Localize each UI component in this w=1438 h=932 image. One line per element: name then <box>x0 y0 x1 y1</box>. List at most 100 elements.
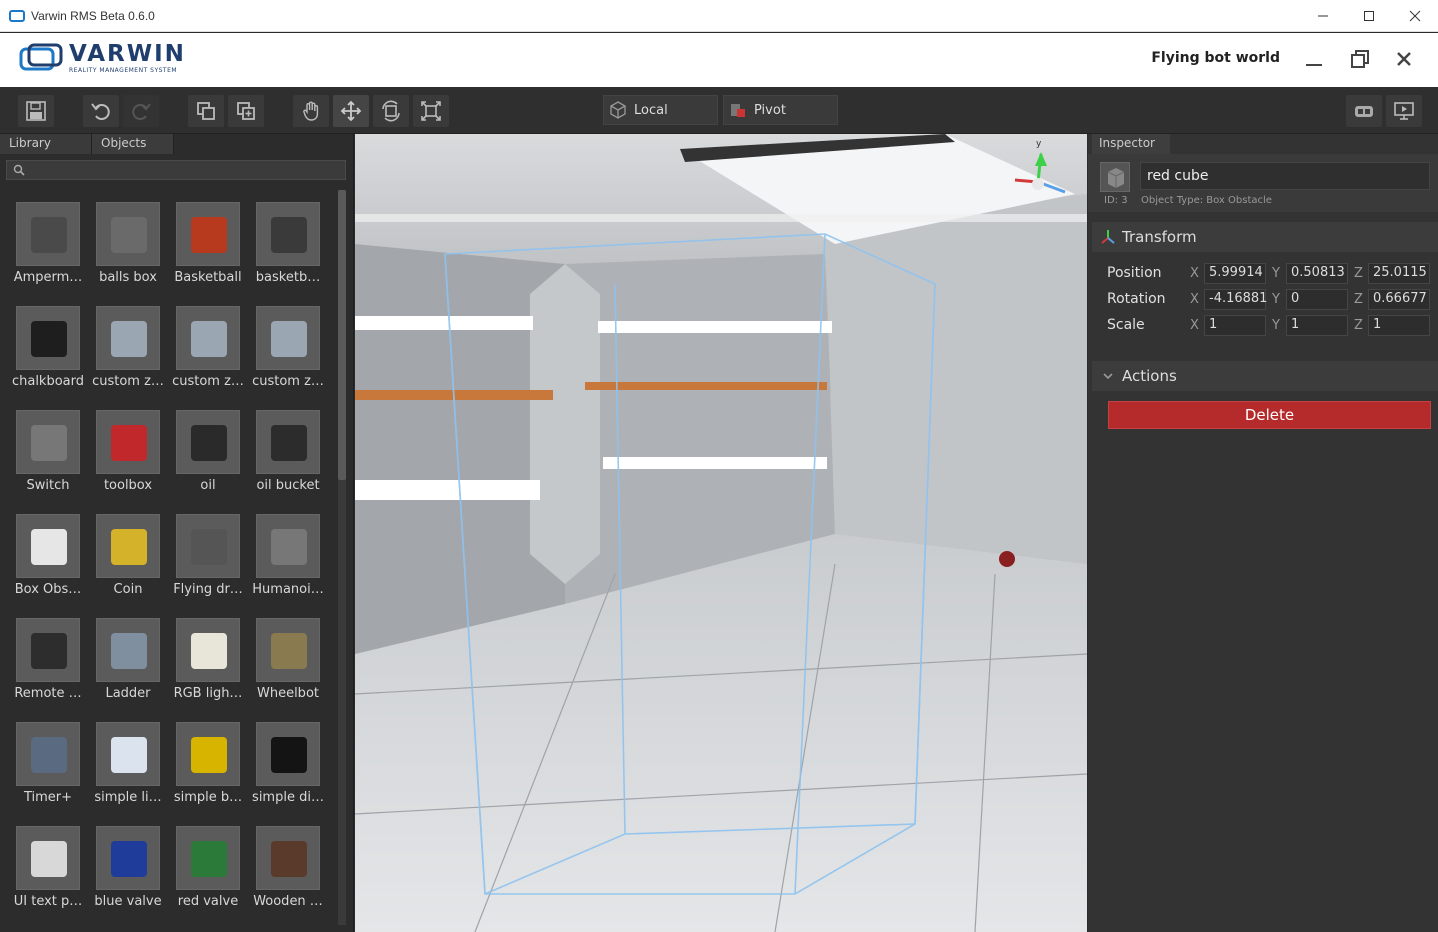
library-item[interactable]: simple di… <box>248 716 328 816</box>
position-x-input[interactable]: 5.99914 <box>1204 263 1266 284</box>
library-item[interactable]: oil bucket <box>248 404 328 504</box>
tab-library[interactable]: Library <box>0 134 92 154</box>
actions-section-header[interactable]: Actions <box>1092 361 1438 391</box>
library-item-thumbnail <box>176 618 240 682</box>
pivot-select[interactable]: Pivot <box>723 95 838 125</box>
library-item-thumbnail <box>96 722 160 786</box>
library-scrollbar[interactable] <box>338 190 346 925</box>
library-item[interactable]: chalkboard <box>8 300 88 400</box>
library-item[interactable]: basketb… <box>248 196 328 296</box>
object-preview-icon <box>111 321 147 357</box>
app-restore-button[interactable] <box>1348 47 1372 71</box>
library-item-thumbnail <box>256 410 320 474</box>
save-button[interactable] <box>18 95 54 127</box>
library-item-thumbnail <box>176 514 240 578</box>
library-item[interactable]: red valve <box>168 820 248 920</box>
search-input[interactable] <box>31 163 331 177</box>
library-item-thumbnail <box>256 202 320 266</box>
pan-tool-button[interactable] <box>293 95 329 127</box>
object-preview-icon <box>31 633 67 669</box>
rotate-tool-button[interactable] <box>373 95 409 127</box>
app-minimize-button[interactable] <box>1302 47 1326 71</box>
library-item[interactable]: custom z… <box>248 300 328 400</box>
minimize-icon <box>1318 15 1328 16</box>
rotation-y-input[interactable]: 0 <box>1286 289 1348 310</box>
position-y-axis-label: Y <box>1272 266 1280 281</box>
rotation-z-input[interactable]: 0.66677 <box>1368 289 1430 310</box>
library-item[interactable]: toolbox <box>88 404 168 504</box>
library-item[interactable]: simple b… <box>168 716 248 816</box>
object-name-input[interactable]: red cube <box>1140 162 1430 190</box>
coordinate-space-select[interactable]: Local <box>603 95 718 125</box>
scale-y-input[interactable]: 1 <box>1286 315 1348 336</box>
transform-section-header[interactable]: Transform <box>1092 222 1438 252</box>
library-item[interactable]: blue valve <box>88 820 168 920</box>
library-item[interactable]: Box Obs… <box>8 508 88 608</box>
library-item[interactable]: Coin <box>88 508 168 608</box>
object-preview-icon <box>271 529 307 565</box>
library-item[interactable]: Wooden … <box>248 820 328 920</box>
move-tool-button[interactable] <box>333 95 369 127</box>
duplicate-button[interactable] <box>188 95 224 127</box>
undo-icon <box>91 103 110 120</box>
tab-inspector[interactable]: Inspector <box>1092 134 1170 154</box>
scene-viewport[interactable]: y <box>355 134 1087 932</box>
window-title: Varwin RMS Beta 0.6.0 <box>31 8 155 23</box>
copy-icon <box>197 102 215 120</box>
paste-icon <box>237 102 255 120</box>
library-item[interactable]: Basketball <box>168 196 248 296</box>
move-icon <box>340 100 362 122</box>
library-item[interactable]: Remote … <box>8 612 88 712</box>
library-item[interactable]: simple li… <box>88 716 168 816</box>
tab-objects[interactable]: Objects <box>92 134 174 154</box>
restore-icon <box>1351 50 1369 68</box>
vr-mode-button[interactable] <box>1346 95 1382 127</box>
library-item-label: custom z… <box>92 374 164 389</box>
position-label: Position <box>1107 265 1162 281</box>
library-item[interactable]: RGB ligh… <box>168 612 248 712</box>
library-scroll-thumb[interactable] <box>338 190 346 480</box>
library-item-thumbnail <box>176 410 240 474</box>
app-close-button[interactable] <box>1392 47 1416 71</box>
library-item[interactable]: custom z… <box>168 300 248 400</box>
delete-button[interactable]: Delete <box>1108 401 1431 429</box>
paste-button[interactable] <box>228 95 264 127</box>
library-item[interactable]: Humanoi… <box>248 508 328 608</box>
library-item-label: Timer+ <box>23 790 73 805</box>
library-item-label: Remote … <box>14 686 82 701</box>
library-item[interactable]: Flying dr… <box>168 508 248 608</box>
position-y-input[interactable]: 0.50813 <box>1286 263 1348 284</box>
rotation-x-input[interactable]: -4.16881 <box>1204 289 1267 310</box>
maximize-button[interactable] <box>1346 0 1392 32</box>
library-item-label: Wooden … <box>253 894 323 909</box>
library-item-label: blue valve <box>94 894 162 909</box>
library-item[interactable]: Amperm… <box>8 196 88 296</box>
scale-z-input[interactable]: 1 <box>1368 315 1430 336</box>
undo-button[interactable] <box>83 95 119 127</box>
redo-button[interactable] <box>123 95 159 127</box>
scale-tool-button[interactable] <box>413 95 449 127</box>
library-item[interactable]: UI text p… <box>8 820 88 920</box>
close-button[interactable] <box>1392 0 1438 32</box>
rotation-x-axis-label: X <box>1190 292 1199 307</box>
scale-z-axis-label: Z <box>1354 318 1363 333</box>
cube-icon <box>1107 168 1125 188</box>
library-panel: Library Objects Amperm… balls box Basketba… <box>0 134 354 932</box>
logo-subtitle: REALITY MANAGEMENT SYSTEM <box>69 67 178 74</box>
position-z-input[interactable]: 25.0115 <box>1368 263 1430 284</box>
library-item[interactable]: Timer+ <box>8 716 88 816</box>
library-item[interactable]: balls box <box>88 196 168 296</box>
minimize-button[interactable] <box>1300 0 1346 32</box>
object-type: Object Type: Box Obstacle <box>1141 195 1272 206</box>
scale-x-input[interactable]: 1 <box>1204 315 1266 336</box>
library-item[interactable]: Ladder <box>88 612 168 712</box>
inspector-panel: Inspector red cube ID: 3 Object Type: Bo… <box>1088 134 1438 932</box>
preview-mode-button[interactable] <box>1386 95 1422 127</box>
library-item[interactable]: custom z… <box>88 300 168 400</box>
library-item[interactable]: Wheelbot <box>248 612 328 712</box>
object-preview-icon <box>271 425 307 461</box>
scene-render: y <box>355 134 1087 932</box>
library-search[interactable] <box>6 160 346 180</box>
library-item[interactable]: Switch <box>8 404 88 504</box>
library-item[interactable]: oil <box>168 404 248 504</box>
